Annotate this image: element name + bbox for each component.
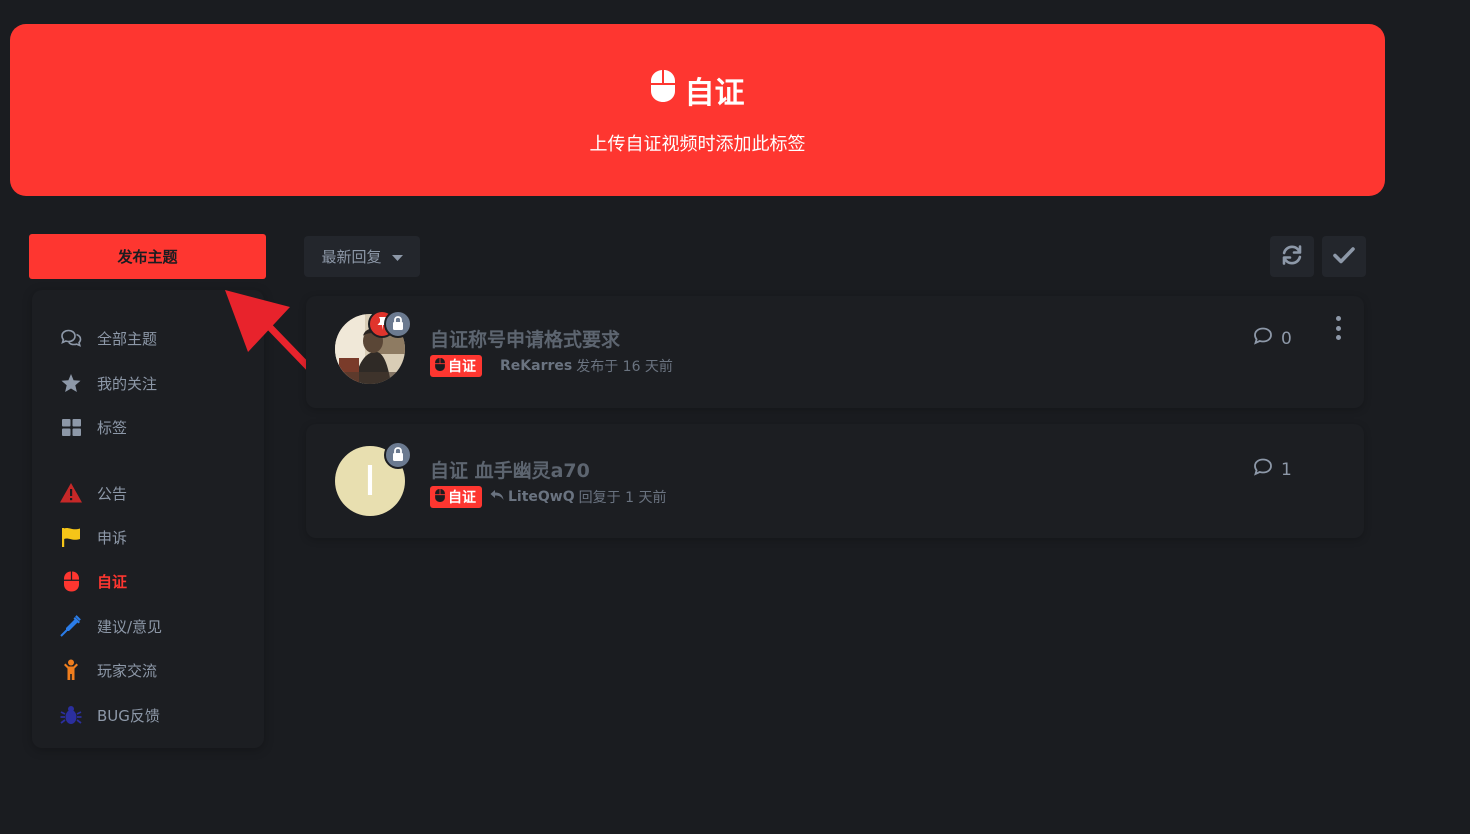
refresh-icon — [1281, 244, 1303, 270]
reply-count: 1 — [1253, 458, 1292, 481]
locked-badge — [384, 310, 412, 338]
mouse-icon — [435, 357, 445, 375]
tag-hero: 自证 上传自证视频时添加此标签 — [10, 24, 1385, 196]
sidebar-item-label: 建议/意见 — [97, 617, 163, 636]
grid-icon — [60, 416, 82, 438]
sidebar-item-label: 自证 — [97, 572, 128, 591]
hero-title: 自证 — [650, 68, 745, 112]
discussion-meta: 自证 LiteQwQ 回复于 1 天前 — [430, 486, 666, 508]
avatar-letter: I — [363, 456, 377, 505]
mouse-icon — [435, 488, 445, 506]
sidebar-item-bug-report[interactable]: BUG反馈 — [60, 702, 160, 728]
comments-icon — [60, 327, 82, 349]
hero-title-text: 自证 — [684, 76, 745, 111]
sort-dropdown[interactable]: 最新回复 — [304, 236, 420, 277]
sidebar-item-label: 全部主题 — [97, 329, 158, 348]
reply-count: 0 — [1253, 327, 1292, 350]
syringe-icon — [60, 615, 82, 637]
discussion-options-button[interactable] — [1331, 316, 1345, 340]
tag-text: 自证 — [448, 490, 476, 506]
sidebar-item-label: 玩家交流 — [97, 661, 158, 680]
sidebar-item-announcements[interactable]: 公告 — [60, 480, 127, 506]
discussion-meta: 自证 ReKarres 发布于 16 天前 — [430, 355, 673, 377]
caret-down-icon — [391, 248, 403, 266]
tag-text: 自证 — [448, 359, 476, 375]
comment-icon — [1253, 327, 1273, 350]
reply-count-value: 1 — [1281, 459, 1292, 480]
sidebar-item-player-chat[interactable]: 玩家交流 — [60, 657, 157, 683]
child-icon — [60, 659, 82, 681]
discussion-last-poster[interactable]: LiteQwQ — [508, 489, 575, 505]
start-discussion-button[interactable]: 发布主题 — [29, 234, 266, 279]
sort-label: 最新回复 — [321, 248, 382, 266]
discussion-time: 发布于 16 天前 — [576, 359, 673, 375]
discussion-time: 回复于 1 天前 — [578, 490, 667, 506]
sidebar-item-label: 公告 — [97, 484, 128, 503]
lock-icon — [392, 315, 404, 334]
reply-count-value: 0 — [1281, 328, 1292, 349]
discussion-title[interactable]: 自证 血手幽灵a70 — [430, 456, 590, 483]
warning-icon — [60, 482, 82, 504]
discussion-title[interactable]: 自证称号申请格式要求 — [430, 325, 620, 352]
sidebar-item-label: 申诉 — [97, 528, 128, 547]
comment-icon — [1253, 458, 1273, 481]
mouse-icon — [60, 570, 82, 592]
locked-badge — [384, 441, 412, 469]
discussion-list-item[interactable] — [306, 296, 1364, 408]
mark-all-read-button[interactable] — [1322, 236, 1366, 277]
mouse-icon — [650, 70, 675, 110]
sidebar-item-label: 我的关注 — [97, 374, 158, 393]
sidebar-item-following[interactable]: 我的关注 — [60, 370, 157, 396]
refresh-button[interactable] — [1270, 236, 1314, 277]
reply-arrow-icon — [490, 489, 504, 505]
dot — [1335, 335, 1341, 340]
tag-label[interactable]: 自证 — [430, 355, 482, 377]
sidebar-item-self-proof[interactable]: 自证 — [60, 568, 127, 594]
sidebar-item-suggestions[interactable]: 建议/意见 — [60, 613, 162, 639]
dot — [1335, 325, 1341, 331]
bug-icon — [60, 704, 82, 726]
sidebar-item-label: BUG反馈 — [97, 706, 160, 725]
dot — [1335, 316, 1341, 321]
flag-icon — [60, 526, 82, 548]
check-icon — [1333, 246, 1355, 268]
sidebar-item-all-discussions[interactable]: 全部主题 — [60, 325, 157, 351]
tag-label[interactable]: 自证 — [430, 486, 482, 508]
star-icon — [60, 372, 82, 394]
sidebar-item-tags[interactable]: 标签 — [60, 414, 127, 440]
lock-icon — [392, 446, 404, 465]
sidebar-item-label: 标签 — [97, 418, 128, 437]
sidebar-item-appeals[interactable]: 申诉 — [60, 524, 127, 550]
discussion-author[interactable]: ReKarres — [500, 358, 572, 374]
hero-description: 上传自证视频时添加此标签 — [589, 134, 806, 155]
